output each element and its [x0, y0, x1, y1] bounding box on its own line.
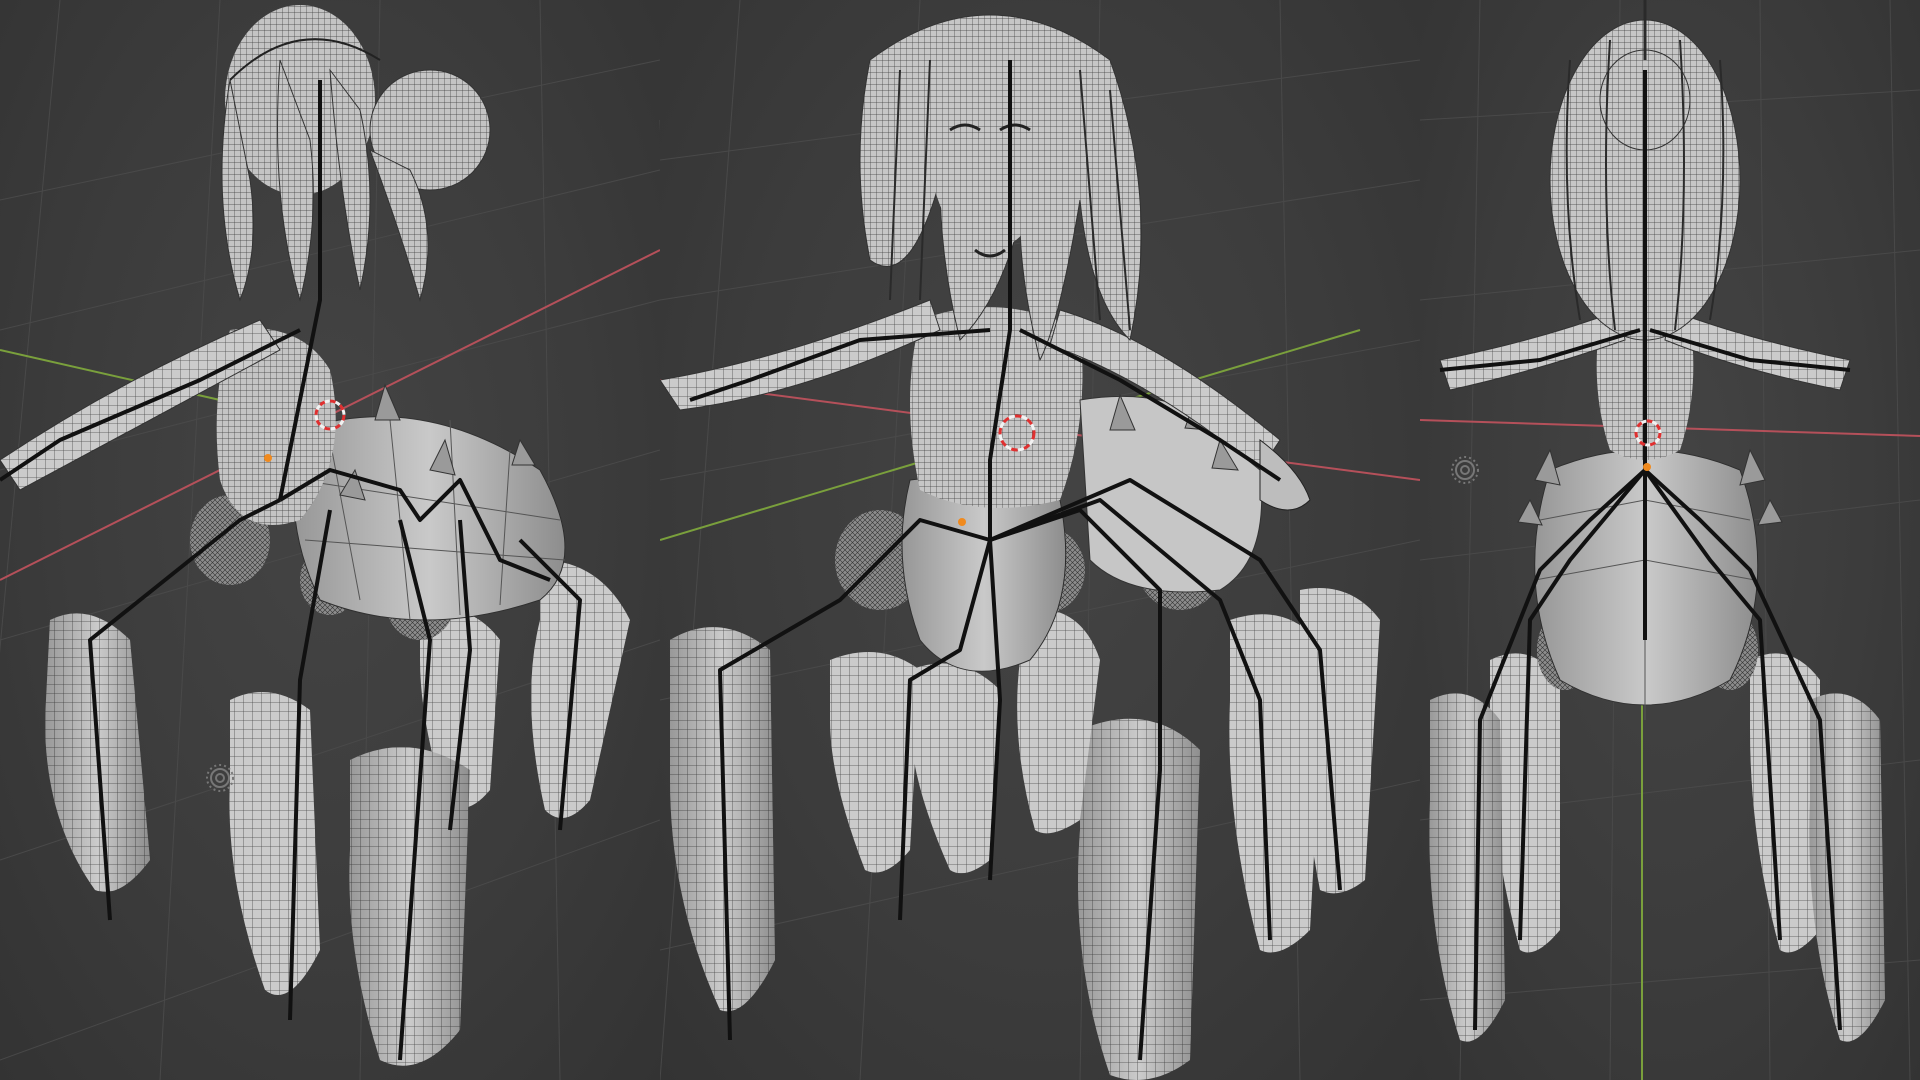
viewport-front[interactable] [660, 0, 1420, 1080]
viewport-back-three-quarter-canvas[interactable] [0, 0, 660, 1080]
character-torso [0, 319, 336, 525]
blender-viewport-collage [0, 0, 1920, 1080]
viewport-front-canvas[interactable] [660, 0, 1420, 1080]
object-origin [1643, 463, 1651, 471]
viewport-back-canvas[interactable] [1420, 0, 1920, 1080]
object-origin [958, 518, 966, 526]
viewport-back[interactable] [1420, 0, 1920, 1080]
light-gizmo-icon[interactable] [206, 764, 234, 792]
object-origin [264, 454, 272, 462]
viewport-back-three-quarter[interactable] [0, 0, 660, 1080]
light-gizmo-icon[interactable] [1451, 456, 1479, 484]
character-hair [221, 5, 491, 302]
